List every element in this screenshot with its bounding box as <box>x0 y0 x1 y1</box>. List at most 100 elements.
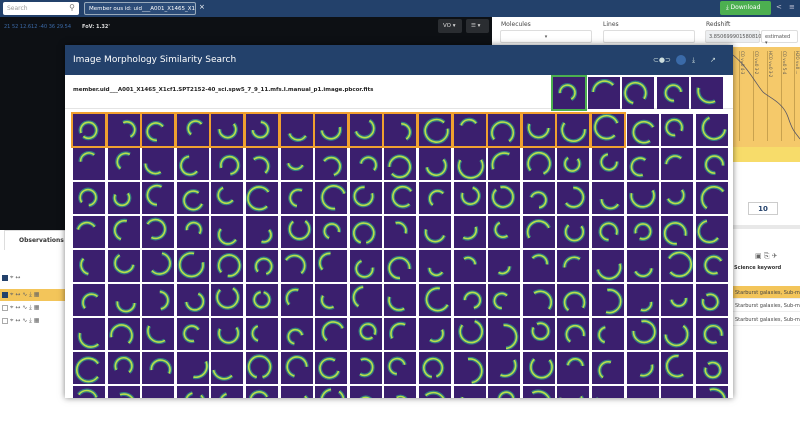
similar-image-thumbnail[interactable] <box>557 148 590 180</box>
similar-image-thumbnail[interactable] <box>592 284 624 316</box>
member-tab[interactable]: Member ous id: uid___A001_X1465_X1c... <box>84 2 196 15</box>
similar-image-thumbnail[interactable] <box>626 250 659 282</box>
similar-image-thumbnail[interactable] <box>695 114 728 146</box>
similar-image-thumbnail[interactable] <box>107 386 140 398</box>
toolbar-icons[interactable]: ▣ ⎘ ✈ <box>755 252 778 261</box>
similar-image-thumbnail[interactable] <box>280 318 313 350</box>
similar-image-thumbnail[interactable] <box>592 148 624 180</box>
similar-image-thumbnail[interactable] <box>695 148 728 180</box>
observation-row[interactable]: ⌖ ↔ ∿ ⤓ ▦ <box>0 289 66 301</box>
similar-image-thumbnail[interactable] <box>142 250 175 282</box>
similar-image-thumbnail[interactable] <box>419 182 451 214</box>
similar-image-thumbnail[interactable] <box>522 182 555 214</box>
similar-image-thumbnail[interactable] <box>209 112 246 148</box>
similar-image-thumbnail[interactable] <box>107 284 140 316</box>
similar-image-thumbnail[interactable] <box>349 386 382 398</box>
similar-image-thumbnail[interactable] <box>246 386 278 398</box>
search-icon[interactable]: ⚲ <box>69 3 75 12</box>
similar-image-thumbnail[interactable] <box>349 216 382 248</box>
similar-image-thumbnail[interactable] <box>107 216 140 248</box>
similar-image-thumbnail[interactable] <box>73 352 105 384</box>
similar-image-thumbnail[interactable] <box>419 318 451 350</box>
similar-image-thumbnail[interactable] <box>176 182 209 214</box>
similar-image-thumbnail[interactable] <box>453 386 486 398</box>
similar-image-thumbnail[interactable] <box>384 352 417 384</box>
similar-image-thumbnail[interactable] <box>384 216 417 248</box>
similar-image-thumbnail[interactable] <box>453 318 486 350</box>
similar-image-thumbnail[interactable] <box>419 386 451 398</box>
similar-image-thumbnail[interactable] <box>451 112 488 148</box>
similar-image-thumbnail[interactable] <box>246 216 278 248</box>
similar-image-thumbnail[interactable] <box>488 148 521 180</box>
science-row[interactable]: Starburst galaxies, Sub-mm <box>733 299 800 312</box>
similar-image-thumbnail[interactable] <box>211 284 244 316</box>
similar-image-thumbnail[interactable] <box>315 182 348 214</box>
similar-image-thumbnail[interactable] <box>661 318 694 350</box>
similar-image-thumbnail[interactable] <box>211 148 244 180</box>
similar-image-thumbnail[interactable] <box>488 216 521 248</box>
similar-image-thumbnail[interactable] <box>315 318 348 350</box>
similar-image-thumbnail[interactable] <box>73 250 105 282</box>
download-button[interactable]: ⤓ Download <box>720 1 771 15</box>
similar-image-thumbnail[interactable] <box>557 318 590 350</box>
toggle-icon[interactable]: ⊂●⊃ <box>653 56 671 64</box>
similar-image-thumbnail[interactable] <box>419 148 451 180</box>
similar-image-thumbnail[interactable] <box>592 182 624 214</box>
similar-image-thumbnail[interactable] <box>315 284 348 316</box>
similar-image-thumbnail[interactable] <box>246 250 278 282</box>
similar-image-thumbnail[interactable] <box>486 112 523 148</box>
similar-image-thumbnail[interactable] <box>211 318 244 350</box>
observation-row[interactable]: ⌖ ↔ ∿ ⤓ ▦ <box>0 315 66 327</box>
similar-image-thumbnail[interactable] <box>419 250 451 282</box>
similar-image-thumbnail[interactable] <box>622 77 654 109</box>
lines-input[interactable] <box>603 30 695 43</box>
similar-image-thumbnail[interactable] <box>488 318 521 351</box>
similar-image-thumbnail[interactable] <box>522 250 555 282</box>
zoom-value[interactable]: 10 <box>748 202 778 215</box>
row-icons[interactable]: ⌖ ↔ ∿ ⤓ ▦ <box>10 304 39 311</box>
similar-image-thumbnail[interactable] <box>522 148 555 180</box>
similar-image-thumbnail[interactable] <box>626 318 659 350</box>
similar-image-thumbnail[interactable] <box>488 182 521 214</box>
similar-image-thumbnail[interactable] <box>384 148 417 180</box>
similar-image-thumbnail[interactable] <box>453 250 486 282</box>
similar-image-thumbnail[interactable] <box>626 148 659 180</box>
similar-image-thumbnail[interactable] <box>244 112 280 148</box>
similar-image-thumbnail[interactable] <box>419 284 451 316</box>
similar-image-thumbnail[interactable] <box>488 352 521 384</box>
similar-image-thumbnail[interactable] <box>453 182 486 214</box>
similar-image-thumbnail[interactable] <box>661 284 694 316</box>
similar-image-thumbnail[interactable] <box>347 112 384 148</box>
similar-image-thumbnail[interactable] <box>73 386 105 398</box>
similar-image-thumbnail[interactable] <box>349 352 382 384</box>
similar-image-thumbnail[interactable] <box>176 352 209 384</box>
similar-image-thumbnail[interactable] <box>246 284 278 316</box>
similar-image-thumbnail[interactable] <box>592 318 624 350</box>
similar-image-thumbnail[interactable] <box>592 250 624 282</box>
similar-image-thumbnail[interactable] <box>488 386 521 398</box>
similar-image-thumbnail[interactable] <box>557 284 590 316</box>
external-link-icon[interactable]: ↗ <box>710 56 716 64</box>
science-row[interactable]: Starburst galaxies, Sub-mm <box>733 313 800 326</box>
similar-image-thumbnail[interactable] <box>661 148 694 180</box>
similar-image-thumbnail[interactable] <box>73 318 105 350</box>
similar-image-thumbnail[interactable] <box>522 284 555 316</box>
similar-image-thumbnail[interactable] <box>592 352 624 384</box>
similar-image-thumbnail[interactable] <box>142 386 175 398</box>
similar-image-thumbnail[interactable] <box>661 250 694 282</box>
similar-image-thumbnail[interactable] <box>661 182 694 214</box>
similar-image-thumbnail[interactable] <box>520 112 557 148</box>
similar-image-thumbnail[interactable] <box>488 284 521 316</box>
similar-image-thumbnail[interactable] <box>142 352 175 384</box>
checkbox[interactable] <box>2 317 8 324</box>
similar-image-thumbnail[interactable] <box>246 352 278 384</box>
similar-image-thumbnail[interactable] <box>107 318 140 350</box>
similar-image-thumbnail[interactable] <box>142 182 175 214</box>
similar-image-thumbnail[interactable] <box>695 182 728 214</box>
similar-image-thumbnail[interactable] <box>142 216 175 248</box>
row-icons[interactable]: ⌖ ↔ ∿ ⤓ ▦ <box>10 317 39 324</box>
vo-button[interactable]: VO ▾ <box>438 19 462 33</box>
similar-image-thumbnail[interactable] <box>384 250 417 282</box>
similar-image-thumbnail[interactable] <box>695 284 728 316</box>
similar-image-thumbnail[interactable] <box>417 112 453 148</box>
